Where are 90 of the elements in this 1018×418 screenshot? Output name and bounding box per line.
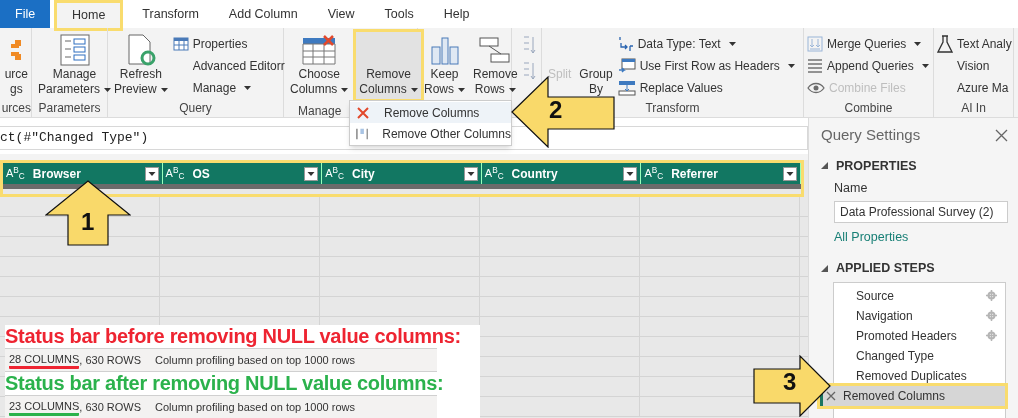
ribbon-menu-item[interactable]: Merge Queries — [807, 35, 929, 53]
ribbon-button[interactable]: Remove Rows — [470, 33, 521, 99]
group-label: Manage — [298, 103, 342, 120]
ribbon-menu-item[interactable]: Advanced Editorr — [172, 57, 285, 75]
dropdown-icon[interactable] — [623, 166, 638, 181]
caret-icon — [914, 42, 922, 46]
status-text: , 630 ROWS — [79, 400, 142, 414]
group-label: Transform — [645, 100, 700, 117]
column-header[interactable]: A$^{B}$$_{C}$ City — [322, 163, 482, 184]
group-label: Query — [179, 100, 212, 117]
caret-icon — [410, 87, 418, 92]
dropdown-icon[interactable] — [144, 166, 159, 181]
dropdown-icon[interactable] — [782, 166, 797, 181]
applied-step[interactable]: Changed Type — [834, 345, 1005, 366]
caret-icon — [508, 87, 516, 92]
applied-step[interactable]: Promoted Headers — [834, 325, 1005, 346]
caret-icon — [341, 87, 349, 92]
ribbon-menu-item[interactable]: Azure Ma — [937, 79, 1012, 97]
list-icon — [59, 34, 90, 66]
group-icon — [479, 35, 512, 65]
caret-icon — [160, 87, 168, 92]
status-text: Column profiling based on top 1000 rows — [155, 352, 355, 368]
ribbon-menu-item[interactable]: Use First Row as Headers — [617, 57, 795, 75]
caret-icon — [728, 42, 736, 46]
flask-icon — [937, 35, 953, 53]
dropdown-icon[interactable] — [463, 166, 478, 181]
applied-step[interactable]: Navigation — [834, 305, 1005, 326]
section-heading: APPLIED STEPS — [836, 259, 935, 277]
ribbon-button[interactable]: Keep Rows — [421, 33, 468, 99]
applied-step[interactable]: Removed Duplicates — [834, 365, 1005, 386]
ribbon-tab[interactable]: Transform — [127, 0, 214, 28]
status-text: , 630 ROWS — [79, 353, 142, 367]
column-icon — [356, 126, 369, 141]
group-label: Parameters — [38, 100, 101, 117]
ribbon-menu-item[interactable]: Manage — [172, 79, 285, 97]
caret-icon — [244, 86, 252, 90]
remove-column-icon — [356, 105, 370, 120]
collapse-icon[interactable] — [821, 264, 828, 272]
ribbon-button[interactable]: Choose Columns — [287, 33, 352, 99]
annotation-heading: Status bar before removing NULL value columns: — [5, 325, 462, 348]
section-heading: PROPERTIES — [836, 157, 917, 175]
ribbon-menu-item[interactable]: Vision — [937, 57, 1012, 75]
callout-arrow: 1 — [45, 180, 131, 246]
column-header[interactable]: A$^{B}$$_{C}$ OS — [162, 163, 323, 184]
file-tab[interactable]: File — [0, 0, 50, 28]
panel-title: Query Settings — [821, 125, 921, 145]
dropdown-icon[interactable] — [304, 166, 319, 181]
ribbon-menu-item[interactable]: Data Type: Text — [617, 35, 795, 53]
group-label: AI In — [961, 100, 986, 117]
callout-arrow: 3 — [753, 355, 831, 417]
caret-icon — [921, 64, 929, 68]
caret-icon — [458, 87, 465, 92]
column-header[interactable]: A$^{B}$$_{C}$ Referrer — [641, 163, 801, 184]
ribbon-tab[interactable]: Home — [54, 0, 124, 31]
applied-step[interactable]: Removed Columns — [820, 385, 1005, 406]
close-icon[interactable] — [995, 128, 1008, 142]
group-label: Combine — [844, 100, 893, 117]
ribbon-tab[interactable]: Help — [428, 0, 485, 28]
ribbon-tab[interactable]: Tools — [369, 0, 429, 28]
append-icon — [617, 80, 636, 96]
table-icon — [172, 37, 189, 51]
ribbon-button[interactable]: Remove Columns — [353, 29, 424, 102]
applied-step[interactable]: Source — [834, 285, 1005, 306]
column-header[interactable]: A$^{B}$$_{C}$ Browser — [3, 163, 163, 184]
status-text: Column profiling based on top 1000 rows — [155, 399, 355, 415]
combine-files-icon — [807, 36, 823, 52]
caret-icon — [104, 87, 112, 92]
eye-icon — [807, 82, 825, 94]
name-field[interactable]: Data Professional Survey (2) — [834, 201, 1008, 223]
annotation-heading: Status bar after removing NULL value columns: — [5, 372, 445, 395]
remove-rows-icon — [302, 35, 337, 65]
column-header[interactable]: A$^{B}$$_{C}$ Country — [481, 163, 642, 184]
ribbon-menu-item[interactable]: Replace Values — [617, 79, 795, 97]
all-properties-link[interactable]: All Properties — [834, 228, 1008, 247]
lines-icon — [807, 59, 823, 73]
split-column-icon — [429, 35, 460, 65]
menu-item[interactable]: Remove Other Columns — [350, 123, 511, 144]
ribbon-button[interactable]: Group By — [576, 33, 616, 99]
menu-item[interactable]: Remove Columns — [350, 102, 511, 123]
ribbon-button[interactable]: urce gs — [1, 33, 31, 99]
caret-icon — [787, 64, 795, 68]
ribbon-tab[interactable]: Add Column — [213, 0, 313, 28]
group-label: urces — [1, 100, 31, 117]
ribbon-menu-item[interactable]: Text Analy — [937, 35, 1012, 53]
collapse-icon[interactable] — [821, 162, 828, 170]
field-label: Name — [834, 180, 869, 198]
ribbon-menu-item[interactable]: Properties — [172, 35, 285, 53]
merge-icon — [617, 58, 636, 74]
ribbon-tab[interactable]: View — [312, 0, 370, 28]
ribbon-menu-item[interactable]: Append Queries — [807, 57, 929, 75]
